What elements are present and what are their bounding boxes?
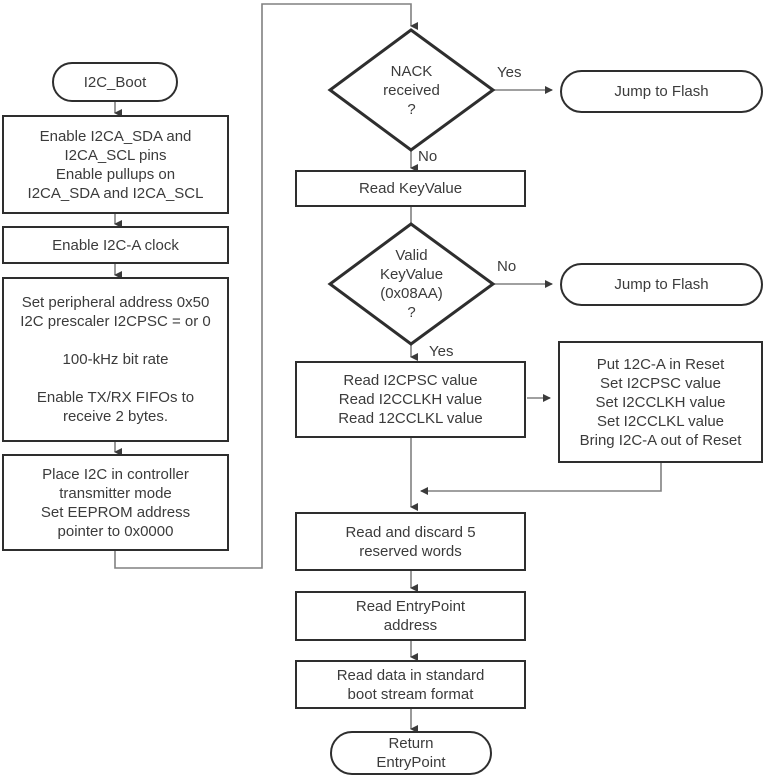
node-set-peripheral-address[interactable]: Set peripheral address 0x50 I2C prescale… (2, 277, 229, 442)
node-enable-pins-label: Enable I2CA_SDA and I2CA_SCL pins Enable… (27, 127, 204, 202)
node-read-i2cpsc-values-label: Read I2CPSC value Read I2CCLKH value Rea… (338, 372, 483, 427)
node-read-entrypoint-address[interactable]: Read EntryPoint address (295, 591, 526, 641)
decision-valid-keyvalue-hit[interactable] (330, 224, 493, 344)
node-start-i2c-boot[interactable]: I2C_Boot (52, 62, 178, 102)
decision-nack-received-hit[interactable] (330, 30, 493, 150)
node-read-entrypoint-label: Read EntryPoint address (355, 598, 466, 634)
node-jump-to-flash-1-label: Jump to Flash (614, 83, 709, 100)
node-enable-pins[interactable]: Enable I2CA_SDA and I2CA_SCL pins Enable… (2, 115, 229, 214)
node-read-i2cpsc-values[interactable]: Read I2CPSC value Read I2CCLKH value Rea… (295, 361, 526, 438)
node-enable-clock-label: Enable I2C-A clock (52, 236, 179, 254)
flowchart-canvas: I2C_Boot Enable I2CA_SDA and I2CA_SCL pi… (0, 0, 765, 777)
node-place-i2c-controller-mode[interactable]: Place I2C in controller transmitter mode… (2, 454, 229, 551)
node-read-keyvalue[interactable]: Read KeyValue (295, 170, 526, 207)
node-read-boot-stream-label: Read data in standard boot stream format (336, 666, 485, 703)
node-jump-to-flash-1[interactable]: Jump to Flash (560, 70, 763, 113)
node-return-entrypoint[interactable]: Return EntryPoint (330, 731, 492, 775)
node-start-label: I2C_Boot (83, 73, 147, 91)
node-put-i2c-a-in-reset-label: Put 12C-A in Reset Set I2CPSC value Set … (579, 355, 742, 449)
edge-put-reset-to-merge (420, 463, 662, 495)
node-read-and-discard-reserved[interactable]: Read and discard 5 reserved words (295, 512, 526, 571)
edge-label-nack-yes: Yes (497, 64, 522, 81)
node-jump-to-flash-2[interactable]: Jump to Flash (560, 263, 763, 306)
node-enable-clock[interactable]: Enable I2C-A clock (2, 226, 229, 264)
node-read-keyvalue-label: Read KeyValue (358, 180, 463, 197)
edge-label-keyvalue-no: No (497, 258, 517, 275)
edge-label-keyvalue-yes: Yes (429, 343, 454, 360)
edge-label-nack-no: No (418, 148, 438, 165)
node-return-entrypoint-label: Return EntryPoint (376, 735, 446, 771)
node-jump-to-flash-2-label: Jump to Flash (614, 276, 709, 293)
node-read-boot-stream-data[interactable]: Read data in standard boot stream format (295, 660, 526, 709)
node-place-i2c-label: Place I2C in controller transmitter mode… (40, 465, 191, 540)
node-read-and-discard-label: Read and discard 5 reserved words (345, 523, 476, 560)
node-put-i2c-a-in-reset[interactable]: Put 12C-A in Reset Set I2CPSC value Set … (558, 341, 763, 463)
node-set-peripheral-address-label: Set peripheral address 0x50 I2C prescale… (20, 294, 211, 425)
